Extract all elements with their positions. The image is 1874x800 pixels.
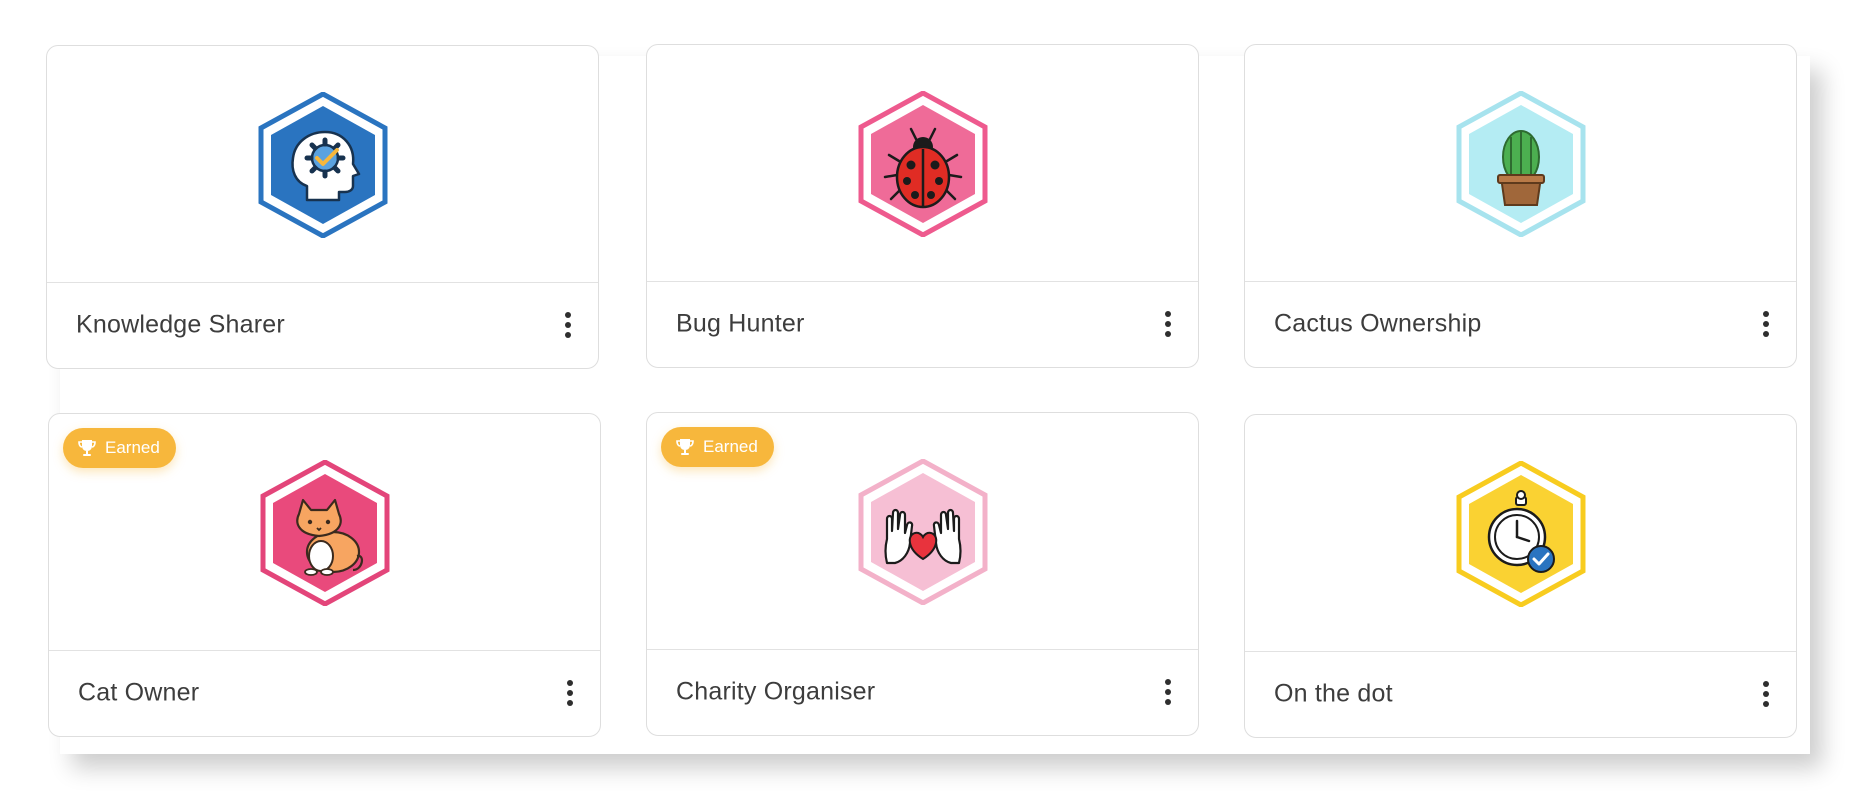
cactus-pot-icon (1453, 91, 1589, 237)
badges-page: Knowledge Sharer Bug Hunter Cactus Owner… (0, 0, 1874, 800)
more-options-icon[interactable] (1160, 309, 1176, 339)
badge-grid: Knowledge Sharer Bug Hunter Cactus Owner… (46, 44, 1800, 740)
badge-card-cactus-ownership[interactable]: Cactus Ownership (1244, 44, 1797, 368)
badge-footer: Bug Hunter (647, 280, 1198, 367)
badge-title: Cat Owner (78, 678, 200, 706)
more-options-icon[interactable] (1160, 677, 1176, 707)
badge-footer: Knowledge Sharer (47, 281, 598, 368)
badge-image-area: Earned (49, 414, 600, 651)
trophy-icon (78, 440, 96, 456)
more-options-icon[interactable] (1758, 309, 1774, 339)
badge-title: Charity Organiser (676, 677, 876, 705)
badge-footer: Cactus Ownership (1245, 280, 1796, 367)
more-options-icon[interactable] (560, 310, 576, 340)
cat-icon (257, 460, 393, 606)
badge-footer: Cat Owner (49, 649, 600, 736)
badge-image-area (647, 45, 1198, 282)
trophy-icon (676, 439, 694, 455)
stopwatch-check-icon (1453, 461, 1589, 607)
earned-badge: Earned (63, 428, 176, 468)
badge-footer: Charity Organiser (647, 648, 1198, 735)
ladybug-icon (855, 91, 991, 237)
more-options-icon[interactable] (562, 678, 578, 708)
more-options-icon[interactable] (1758, 679, 1774, 709)
badge-card-on-the-dot[interactable]: On the dot (1244, 414, 1797, 738)
badge-title: Knowledge Sharer (76, 310, 285, 338)
badge-card-knowledge-sharer[interactable]: Knowledge Sharer (46, 45, 599, 369)
badge-card-bug-hunter[interactable]: Bug Hunter (646, 44, 1199, 368)
earned-label: Earned (105, 438, 160, 457)
head-gear-check-icon (255, 92, 391, 238)
hands-heart-icon (855, 459, 991, 605)
badge-card-charity-organiser[interactable]: Earned Charity Organiser (646, 412, 1199, 736)
badge-image-area (47, 46, 598, 283)
badge-image-area: Earned (647, 413, 1198, 650)
badge-card-cat-owner[interactable]: Earned Cat Owner (48, 413, 601, 737)
badge-title: Cactus Ownership (1274, 309, 1482, 337)
earned-label: Earned (703, 437, 758, 456)
badge-image-area (1245, 415, 1796, 652)
badge-image-area (1245, 45, 1796, 282)
badge-footer: On the dot (1245, 650, 1796, 737)
badge-title: Bug Hunter (676, 309, 805, 337)
earned-badge: Earned (661, 427, 774, 467)
badge-title: On the dot (1274, 679, 1393, 707)
